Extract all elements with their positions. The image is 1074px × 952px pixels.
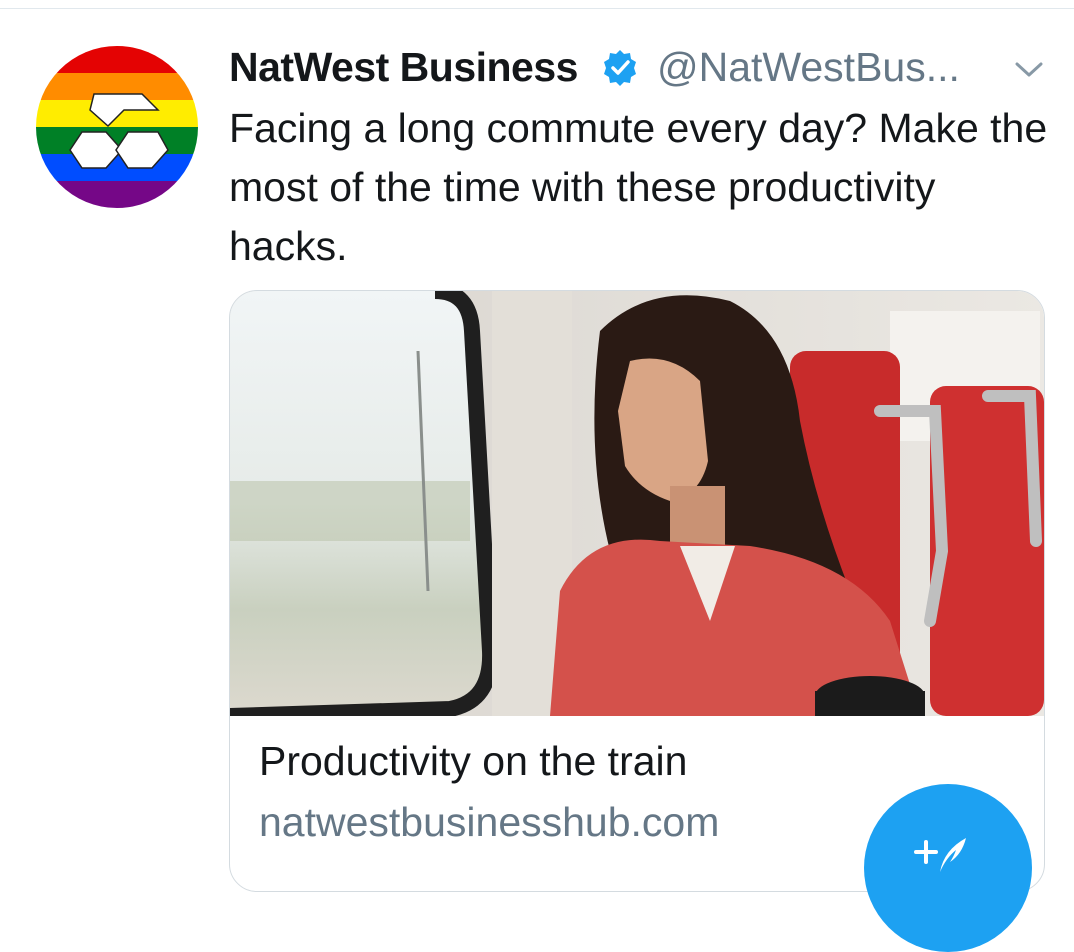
- chevron-down-icon[interactable]: [1014, 60, 1044, 80]
- top-divider: [0, 8, 1074, 9]
- author-handle[interactable]: @NatWestBus...: [657, 44, 960, 91]
- natwest-rainbow-logo-icon: [36, 46, 198, 208]
- card-title[interactable]: Productivity on the train: [259, 738, 687, 785]
- tweet-header: NatWest Business @NatWestBus...: [229, 40, 1069, 96]
- woman-on-train-photo: [230, 291, 1044, 716]
- card-domain[interactable]: natwestbusinesshub.com: [259, 799, 719, 846]
- compose-tweet-button[interactable]: [864, 784, 1032, 952]
- author-display-name[interactable]: NatWest Business: [229, 44, 578, 91]
- card-image[interactable]: [230, 291, 1044, 716]
- avatar[interactable]: [36, 46, 198, 208]
- compose-tweet-icon: [910, 832, 970, 872]
- verified-badge-icon: [601, 49, 639, 87]
- tweet-text: Facing a long commute every day? Make th…: [229, 105, 1048, 269]
